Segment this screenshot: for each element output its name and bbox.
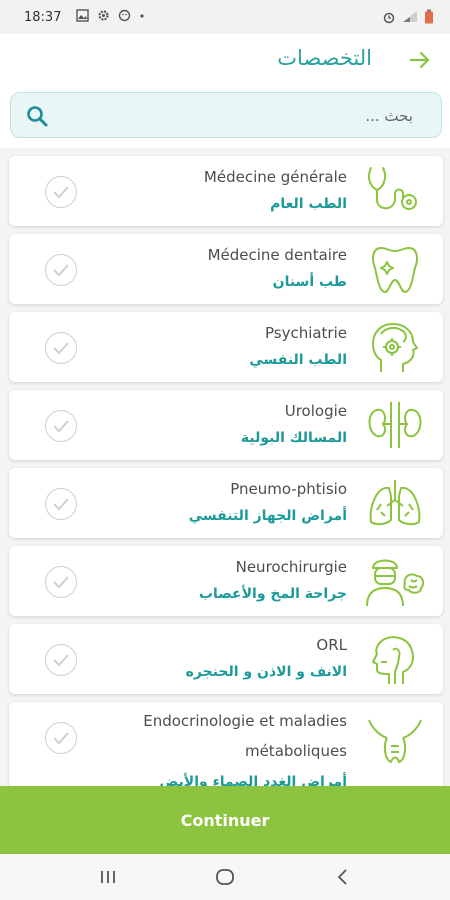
- specialty-card-urology[interactable]: Urologie المسالك البولية: [9, 390, 443, 460]
- thyroid-icon: [368, 719, 422, 763]
- page-title: التخصصات: [277, 46, 372, 70]
- select-checkbox[interactable]: [45, 722, 77, 754]
- battery-icon: [425, 9, 433, 24]
- specialty-name-ar: المسالك البولية: [240, 430, 347, 446]
- specialty-card-dental-medicine[interactable]: Médecine dentaire طب أسنان: [9, 234, 443, 304]
- select-checkbox[interactable]: [45, 566, 77, 598]
- specialty-name-fr: Pneumo-phtisio: [230, 480, 347, 498]
- specialty-card-endocrinology[interactable]: Endocrinologie et maladies métaboliques …: [9, 702, 443, 786]
- specialty-name-fr: Médecine générale: [203, 168, 347, 186]
- status-system-icons: [382, 9, 434, 24]
- signal-icon: [403, 11, 417, 22]
- system-nav-bar: [0, 854, 450, 900]
- surgeon-brain-icon: [366, 559, 425, 607]
- select-checkbox[interactable]: [45, 176, 77, 208]
- specialty-name-fr: Psychiatrie: [264, 324, 347, 342]
- search-icon[interactable]: [25, 104, 49, 128]
- specialty-name-fr: Endocrinologie et maladies métaboliques: [143, 712, 347, 760]
- specialty-card-general-medicine[interactable]: Médecine générale الطب العام: [9, 156, 443, 226]
- check-icon: [53, 420, 69, 433]
- specialty-name-ar: أمراض الجهاز التنفسي: [188, 508, 347, 524]
- specialty-card-pulmonology[interactable]: Pneumo-phtisio أمراض الجهاز التنفسي: [9, 468, 443, 538]
- check-icon: [53, 342, 69, 355]
- check-icon: [53, 264, 69, 277]
- specialty-name-fr: ORL: [316, 636, 347, 654]
- specialty-name-ar: أمراض الغدد الصماء والأيض: [159, 774, 347, 786]
- specialty-name-fr: Urologie: [284, 402, 347, 420]
- check-icon: [53, 732, 69, 745]
- stethoscope-icon: [368, 167, 417, 210]
- back-arrow-icon[interactable]: [408, 48, 432, 72]
- kidneys-icon: [368, 402, 422, 448]
- check-icon: [53, 498, 69, 511]
- specialty-name-ar: جراحة المخ والأعصاب: [198, 586, 347, 602]
- status-time: 18:37: [24, 10, 62, 25]
- specialty-name-fr: Neurochirurgie: [235, 558, 347, 576]
- lungs-icon: [369, 480, 421, 526]
- check-icon: [53, 186, 69, 199]
- specialty-name-ar: الطب النفسي: [249, 352, 347, 368]
- dot-icon: [140, 14, 144, 18]
- settings-gear-icon: [98, 10, 109, 21]
- select-checkbox[interactable]: [45, 254, 77, 286]
- status-notification-icons: [76, 9, 145, 22]
- specialty-card-ent[interactable]: ORL الانف و الاذن و الحنجره: [9, 624, 443, 694]
- select-checkbox[interactable]: [45, 488, 77, 520]
- specialty-name-fr: Médecine dentaire: [207, 246, 347, 264]
- specialty-card-psychiatry[interactable]: Psychiatrie الطب النفسي: [9, 312, 443, 382]
- check-icon: [53, 576, 69, 589]
- specialty-name-ar: طب أسنان: [272, 274, 347, 290]
- specialty-card-neurosurgery[interactable]: Neurochirurgie جراحة المخ والأعصاب: [9, 546, 443, 616]
- search-input[interactable]: [83, 93, 413, 139]
- select-checkbox[interactable]: [45, 410, 77, 442]
- specialties-list: Médecine générale الطب العام Médecine de…: [0, 148, 450, 786]
- specialty-name-ar: الطب العام: [270, 196, 347, 212]
- status-bar: 18:37: [0, 0, 450, 34]
- smiley-icon: [118, 9, 131, 22]
- tooth-icon: [372, 247, 418, 293]
- recent-apps-icon[interactable]: [97, 866, 119, 888]
- check-icon: [53, 654, 69, 667]
- home-icon[interactable]: [214, 866, 236, 888]
- back-nav-icon[interactable]: [332, 866, 354, 888]
- select-checkbox[interactable]: [45, 644, 77, 676]
- gallery-icon: [76, 9, 89, 22]
- specialty-name-ar: الانف و الاذن و الحنجره: [185, 664, 347, 680]
- search-bar: [10, 92, 442, 139]
- alarm-icon: [383, 12, 395, 23]
- head-gear-icon: [372, 323, 418, 372]
- app-header: التخصصات: [0, 34, 450, 86]
- select-checkbox[interactable]: [45, 332, 77, 364]
- throat-profile-icon: [372, 636, 414, 684]
- continue-button[interactable]: Continuer: [0, 786, 450, 854]
